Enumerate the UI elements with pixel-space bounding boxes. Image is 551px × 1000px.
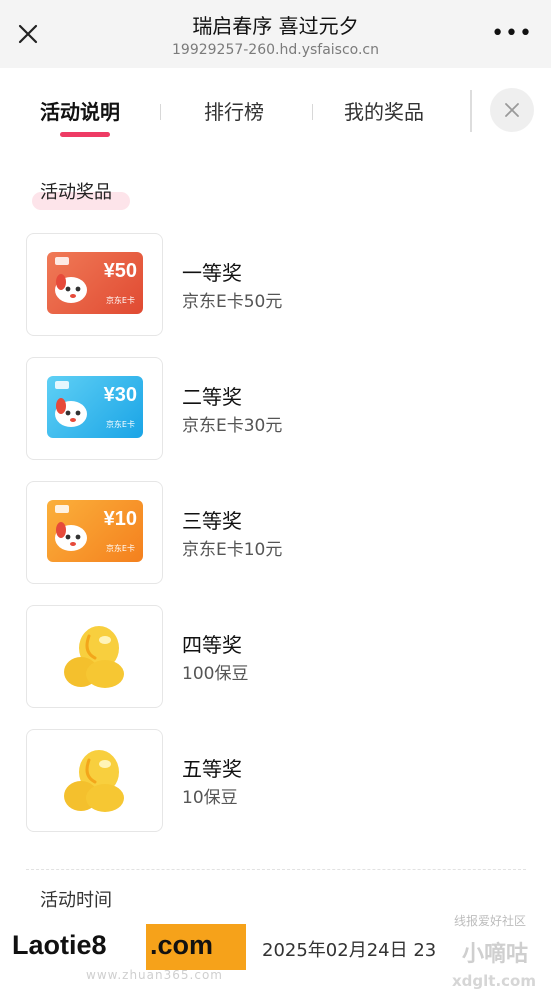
prize-name: 三等奖 xyxy=(182,509,242,533)
section-title: 活动奖品 xyxy=(40,182,112,203)
prize-thumbnail xyxy=(26,729,163,832)
prize-thumbnail: ¥10 京东E卡 xyxy=(26,481,163,584)
watermark-laotie8: Laotie8 .com xyxy=(8,924,246,972)
jd-ecard-image: ¥30 京东E卡 xyxy=(47,376,143,438)
prize-thumbnail: ¥30 京东E卡 xyxy=(26,357,163,460)
panel-close-button[interactable] xyxy=(490,88,534,132)
section-divider xyxy=(26,869,526,870)
activity-time-text: 2025年02月24日 23 xyxy=(262,940,437,961)
tab-leaderboard[interactable]: 排行榜 xyxy=(204,96,264,125)
prize-item: ¥10 京东E卡 三等奖 京东E卡10元 xyxy=(26,481,546,585)
prize-thumbnail: ¥50 京东E卡 xyxy=(26,233,163,336)
page-title: 瑞启春序 喜过元夕 xyxy=(192,14,359,38)
jd-dog-mascot-icon xyxy=(55,398,87,427)
tab-divider xyxy=(160,104,161,120)
prize-item: 五等奖 10保豆 xyxy=(26,729,546,833)
jd-dog-mascot-icon xyxy=(55,274,87,303)
watermark-zhuan: www.zhuan365.com xyxy=(86,968,223,982)
prize-name: 五等奖 xyxy=(182,757,242,781)
prize-name: 一等奖 xyxy=(182,261,242,285)
prize-description: 京东E卡50元 xyxy=(182,292,283,312)
tab-divider xyxy=(312,104,313,120)
prize-description: 京东E卡30元 xyxy=(182,416,283,436)
bean-icon xyxy=(64,626,124,688)
jd-ecard-image: ¥10 京东E卡 xyxy=(47,500,143,562)
prize-item: ¥50 京东E卡 一等奖 京东E卡50元 xyxy=(26,233,546,337)
tab-divider xyxy=(470,90,472,132)
watermark-xdg-caption: 线报爱好社区 xyxy=(454,914,527,928)
prize-description: 京东E卡10元 xyxy=(182,540,283,560)
watermark-xdg-logo: 小嘀咕 xyxy=(462,942,529,967)
tab-my-prizes[interactable]: 我的奖品 xyxy=(344,96,424,125)
more-options-icon[interactable]: ••• xyxy=(491,23,533,45)
top-bar: 瑞启春序 喜过元夕 19929257-260.hd.ysfaisco.cn ••… xyxy=(0,0,551,68)
prize-description: 10保豆 xyxy=(182,788,238,808)
prize-description: 100保豆 xyxy=(182,664,249,684)
close-icon xyxy=(505,103,519,117)
prize-name: 四等奖 xyxy=(182,633,242,657)
tab-activity-rules[interactable]: 活动说明 xyxy=(40,96,120,125)
prize-item: 四等奖 100保豆 xyxy=(26,605,546,709)
prize-thumbnail xyxy=(26,605,163,708)
jd-ecard-image: ¥50 京东E卡 xyxy=(47,252,143,314)
watermark-xdg-url: xdglt.com xyxy=(452,972,536,990)
page-url: 19929257-260.hd.ysfaisco.cn xyxy=(172,42,379,58)
activity-time-title: 活动时间 xyxy=(40,890,112,911)
prize-name: 二等奖 xyxy=(182,385,242,409)
jd-dog-mascot-icon xyxy=(55,522,87,551)
active-tab-indicator xyxy=(60,132,110,137)
prize-item: ¥30 京东E卡 二等奖 京东E卡30元 xyxy=(26,357,546,461)
tab-bar: 活动说明 排行榜 我的奖品 xyxy=(0,68,551,154)
bean-icon xyxy=(64,750,124,812)
